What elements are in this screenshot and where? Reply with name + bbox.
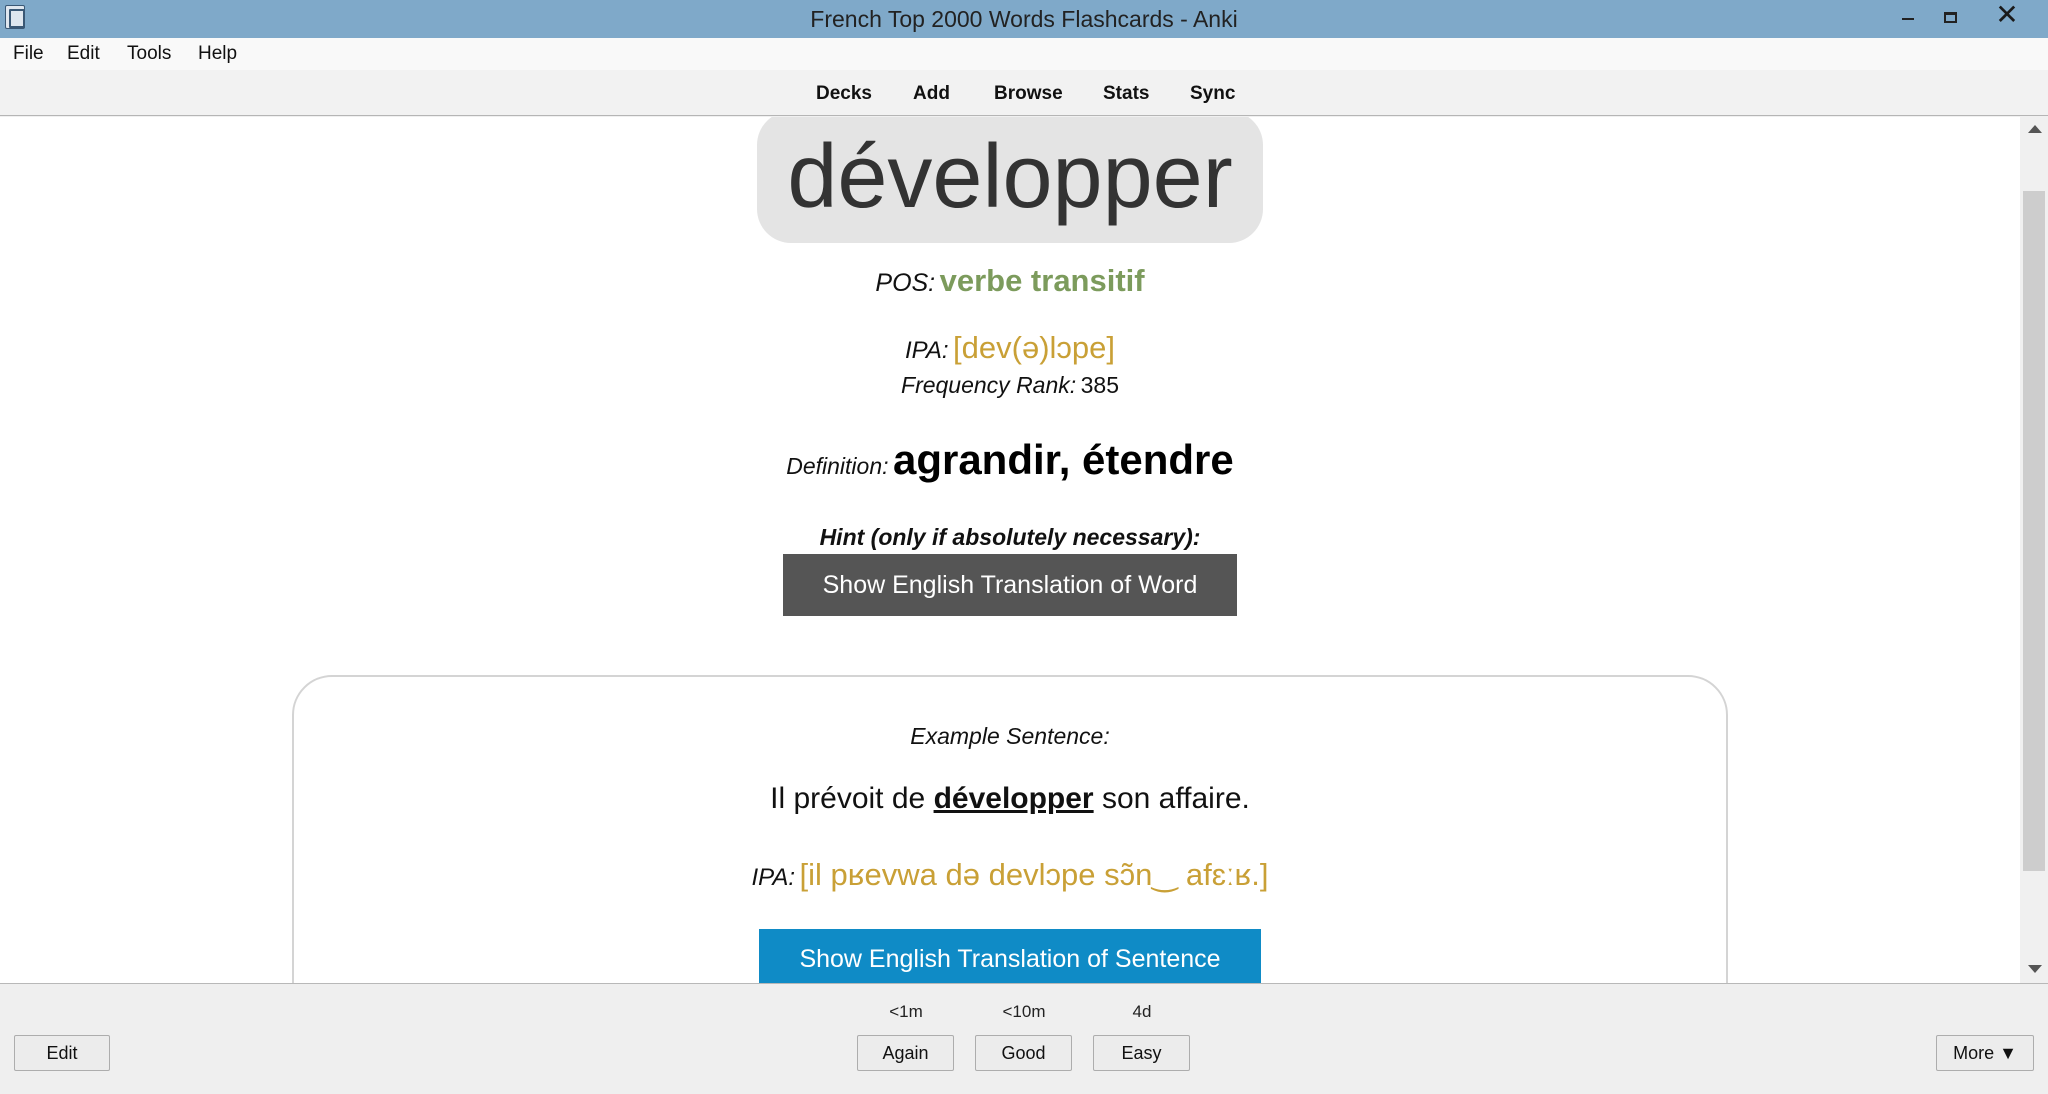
hint-label: Hint (only if absolutely necessary):	[0, 524, 2020, 551]
rank-label: Frequency Rank:	[901, 372, 1077, 398]
scroll-thumb[interactable]	[2023, 191, 2045, 871]
again-interval: <1m	[889, 1002, 923, 1021]
good-button[interactable]: Good	[975, 1035, 1072, 1071]
menu-help[interactable]: Help	[198, 43, 237, 65]
window-title: French Top 2000 Words Flashcards - Anki	[810, 6, 1238, 32]
easy-interval: 4d	[1132, 1002, 1152, 1021]
close-icon: ✕	[1995, 0, 2019, 30]
scroll-down-icon[interactable]	[2028, 965, 2042, 973]
sentence-after: son affaire.	[1093, 782, 1250, 815]
example-label: Example Sentence:	[910, 723, 1110, 749]
ipa-value: [dev(ə)lɔpe]	[953, 330, 1115, 365]
show-sentence-translation-button[interactable]: Show English Translation of Sentence	[759, 929, 1261, 983]
menu-tools[interactable]: Tools	[127, 43, 171, 65]
menu-bar: File Edit Tools Help	[0, 38, 2048, 70]
scroll-up-icon[interactable]	[2028, 125, 2042, 133]
ipa-label: IPA:	[905, 337, 949, 364]
toolbar-sync[interactable]: Sync	[1190, 83, 1235, 105]
sentence-ipa-value: [il pʁevwa də devlɔpe sɔ̃n‿ afɛːʁ.]	[799, 857, 1269, 892]
toolbar-stats[interactable]: Stats	[1103, 83, 1149, 105]
show-word-translation-button[interactable]: Show English Translation of Word	[783, 554, 1237, 616]
again-button[interactable]: Again	[857, 1035, 954, 1071]
definition-label: Definition:	[786, 453, 889, 479]
pos-line: POS: verbe transitif	[0, 263, 2020, 299]
main-toolbar: Decks Add Browse Stats Sync	[0, 70, 2048, 116]
restore-button[interactable]	[1928, 0, 1972, 34]
rank-line: Frequency Rank: 385	[0, 372, 2020, 399]
sentence-ipa-label: IPA:	[751, 864, 796, 891]
restore-icon	[1943, 11, 1957, 23]
definition-value: agrandir, étendre	[892, 436, 1234, 483]
minimize-icon	[1902, 18, 1914, 21]
word-box: développer	[757, 117, 1263, 243]
menu-file[interactable]: File	[13, 43, 44, 65]
pos-value: verbe transitif	[939, 263, 1145, 298]
sentence-before: Il prévoit de	[770, 782, 934, 815]
example-label-line: Example Sentence:	[0, 723, 2020, 750]
toolbar-browse[interactable]: Browse	[994, 83, 1063, 105]
toolbar-decks[interactable]: Decks	[816, 83, 872, 105]
pos-label: POS:	[875, 269, 936, 297]
example-sentence: Il prévoit de développer son affaire.	[0, 782, 2020, 816]
more-button[interactable]: More ▼	[1936, 1035, 2034, 1071]
easy-button[interactable]: Easy	[1093, 1035, 1190, 1071]
toolbar-add[interactable]: Add	[913, 83, 950, 105]
card-view: développer POS: verbe transitif IPA: [de…	[0, 117, 2020, 983]
rank-value: 385	[1080, 372, 1119, 398]
sentence-ipa-line: IPA: [il pʁevwa də devlɔpe sɔ̃n‿ afɛːʁ.]	[0, 857, 2020, 893]
hint-label-text: Hint (only if absolutely necessary):	[819, 524, 1201, 550]
sentence-target-word: développer	[933, 782, 1094, 815]
answer-bar: Edit <1m <10m 4d Again Good Easy More ▼	[0, 983, 2048, 1094]
definition-line: Definition: agrandir, étendre	[0, 436, 2020, 484]
minimize-button[interactable]	[1886, 0, 1930, 34]
vertical-scrollbar[interactable]	[2020, 117, 2048, 983]
ipa-line: IPA: [dev(ə)lɔpe]	[0, 330, 2020, 366]
title-bar: French Top 2000 Words Flashcards - Anki …	[0, 0, 2048, 38]
card-word: développer	[787, 127, 1233, 227]
close-button[interactable]: ✕	[1976, 0, 2038, 34]
menu-edit[interactable]: Edit	[67, 43, 100, 65]
good-interval: <10m	[1002, 1002, 1046, 1021]
edit-button[interactable]: Edit	[14, 1035, 110, 1071]
